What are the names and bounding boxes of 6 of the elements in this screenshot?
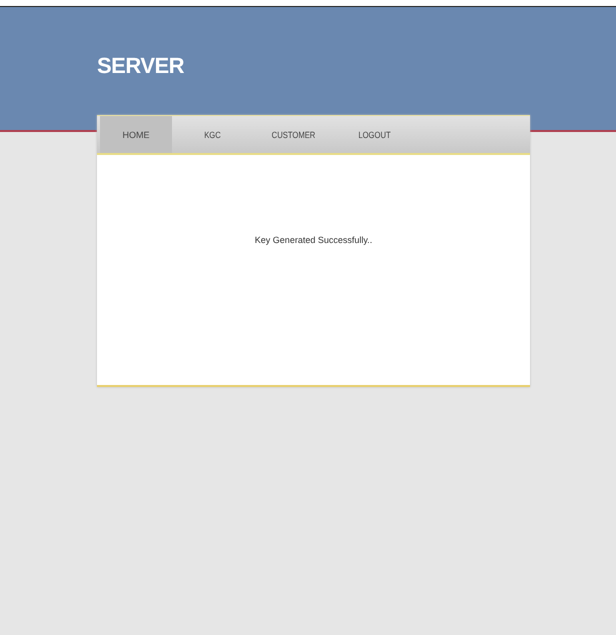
nav-tab[interactable]: CUSTOMER <box>259 116 328 153</box>
site-title: SERVER <box>97 53 186 79</box>
nav-tab[interactable]: KGC <box>178 116 247 153</box>
status-message: Key Generated Successfully.. <box>254 235 372 247</box>
nav-tab[interactable]: HOME <box>100 116 172 153</box>
nav-tab[interactable]: LOGOUT <box>340 116 409 153</box>
